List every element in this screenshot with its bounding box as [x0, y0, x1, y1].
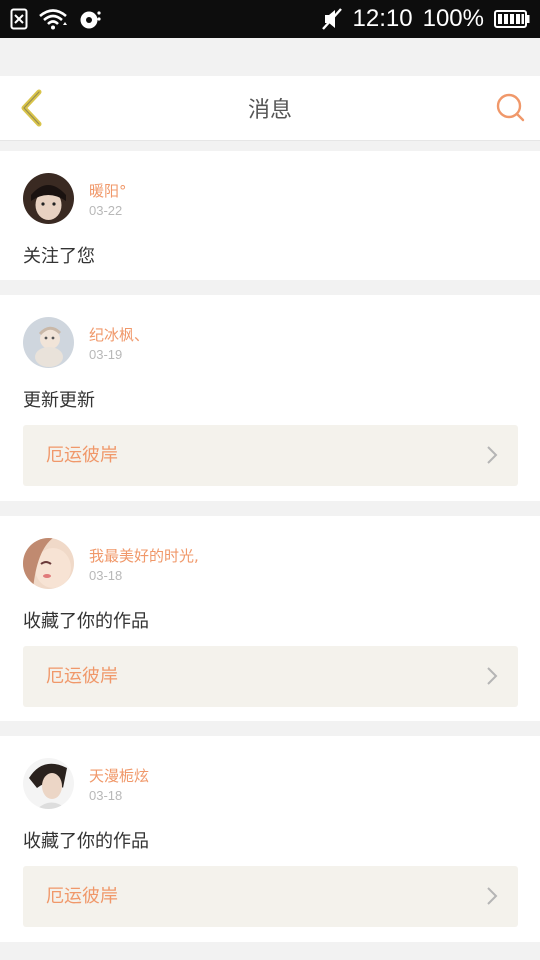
chevron-left-icon	[21, 89, 42, 127]
page-title: 消息	[247, 98, 292, 123]
chevron-right-icon	[487, 887, 498, 905]
chevron-right-icon	[487, 446, 498, 464]
message-date: 03-18	[89, 568, 123, 583]
message-text: 收藏了你的作品	[23, 611, 149, 632]
battery-icon	[494, 9, 530, 29]
message-card[interactable]: 天漫栀炫 03-18 收藏了你的作品 厄运彼岸	[0, 736, 540, 942]
battery-percent: 100%	[422, 5, 484, 32]
username[interactable]: 纪冰枫、	[89, 324, 149, 345]
message-card[interactable]: 暖阳° 03-22 关注了您	[0, 151, 540, 280]
search-icon	[496, 93, 525, 122]
avatar[interactable]	[23, 317, 74, 368]
work-link[interactable]: 厄运彼岸	[23, 866, 518, 927]
work-link-label: 厄运彼岸	[46, 445, 118, 466]
message-card[interactable]: 纪冰枫、 03-19 更新更新 厄运彼岸	[0, 295, 540, 501]
message-date: 03-22	[89, 203, 123, 218]
chevron-right-icon	[487, 667, 498, 685]
avatar[interactable]	[23, 173, 74, 224]
header-bar: 消息	[0, 76, 540, 141]
message-date: 03-18	[89, 788, 123, 803]
message-card[interactable]: 我最美好的时光, 03-18 收藏了你的作品 厄运彼岸	[0, 516, 540, 721]
username[interactable]: 我最美好的时光,	[89, 545, 199, 566]
wifi-icon	[38, 8, 68, 30]
status-bar: 12:10 100%	[0, 0, 540, 38]
work-link-label: 厄运彼岸	[46, 666, 118, 687]
work-link-label: 厄运彼岸	[46, 886, 118, 907]
status-bar-right: 12:10 100%	[321, 4, 530, 34]
message-text: 关注了您	[23, 246, 95, 267]
work-link[interactable]: 厄运彼岸	[23, 425, 518, 486]
back-button[interactable]	[12, 88, 52, 128]
avatar[interactable]	[23, 538, 74, 589]
sync-icon	[78, 8, 104, 30]
work-link[interactable]: 厄运彼岸	[23, 646, 518, 707]
search-button[interactable]	[492, 90, 528, 126]
mute-icon	[321, 7, 343, 31]
avatar[interactable]	[23, 758, 74, 809]
status-time: 12:10	[352, 5, 413, 32]
sim-error-icon	[10, 8, 28, 30]
username[interactable]: 暖阳°	[89, 180, 127, 201]
message-text: 更新更新	[23, 390, 95, 411]
message-text: 收藏了你的作品	[23, 831, 149, 852]
username[interactable]: 天漫栀炫	[89, 765, 149, 786]
status-bar-left	[10, 6, 104, 32]
message-date: 03-19	[89, 347, 123, 362]
